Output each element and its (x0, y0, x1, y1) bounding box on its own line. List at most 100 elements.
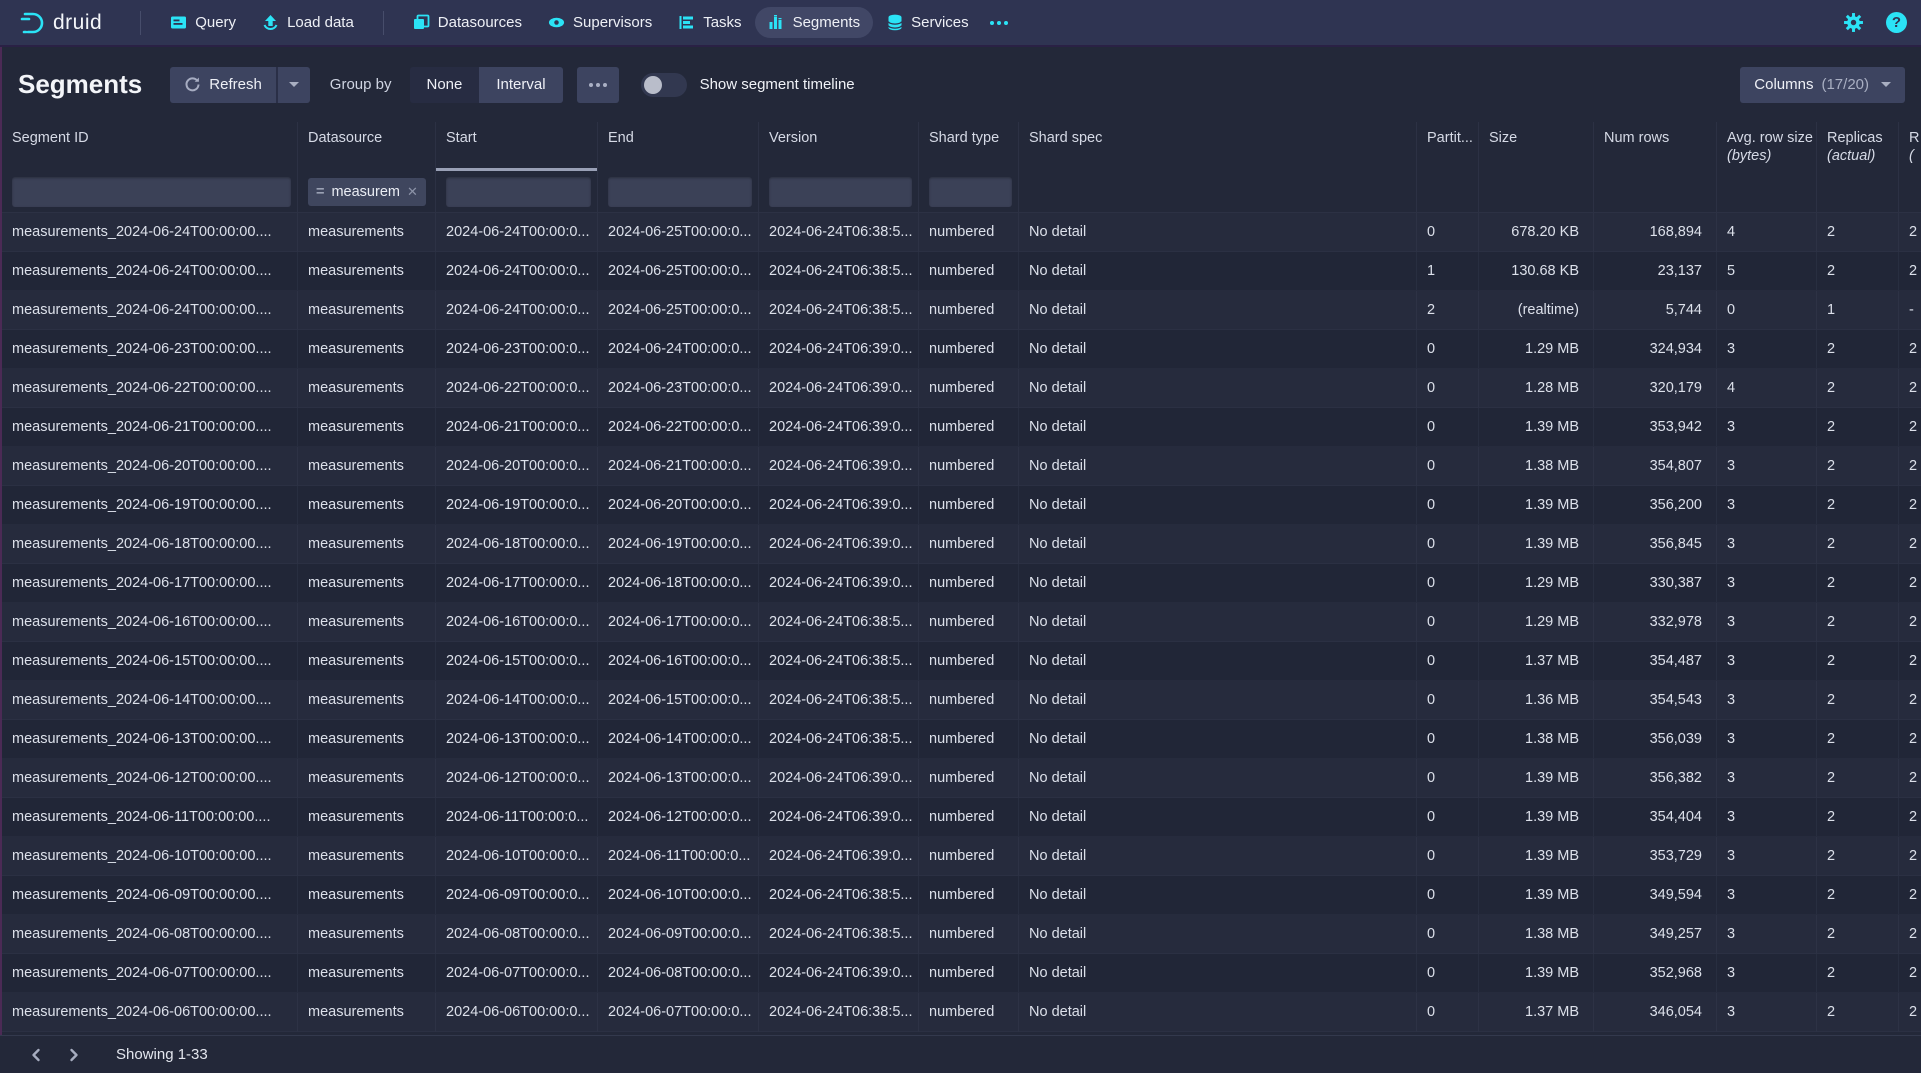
table-row[interactable]: measurements_2024-06-11T00:00:00....meas… (2, 798, 1921, 837)
nav-item-load-data[interactable]: Load data (249, 7, 367, 38)
druid-logo[interactable]: druid (18, 10, 102, 36)
cell-replication_factor_clipped: 2 (1899, 837, 1921, 876)
cell-size: 1.39 MB (1479, 798, 1594, 837)
table-row[interactable]: measurements_2024-06-06T00:00:00....meas… (2, 993, 1921, 1032)
table-row[interactable]: measurements_2024-06-14T00:00:00....meas… (2, 681, 1921, 720)
table-row[interactable]: measurements_2024-06-10T00:00:00....meas… (2, 837, 1921, 876)
refresh-dropdown-button[interactable] (278, 67, 310, 103)
datasource-filter-chip[interactable]: =measurem✕ (308, 178, 426, 206)
cell-shard_type: numbered (919, 369, 1019, 408)
nav-more-button[interactable] (982, 14, 1016, 32)
table-row[interactable]: measurements_2024-06-17T00:00:00....meas… (2, 564, 1921, 603)
cell-shard_type: numbered (919, 681, 1019, 720)
cell-shard_spec: No detail (1019, 330, 1417, 369)
cell-version: 2024-06-24T06:39:0... (759, 408, 919, 447)
cell-replicas: 2 (1817, 369, 1899, 408)
next-page-button[interactable] (60, 1041, 88, 1069)
gear-icon[interactable] (1843, 12, 1864, 33)
table-row[interactable]: measurements_2024-06-08T00:00:00....meas… (2, 915, 1921, 954)
table-row[interactable]: measurements_2024-06-22T00:00:00....meas… (2, 369, 1921, 408)
cell-replication_factor_clipped: 2 (1899, 564, 1921, 603)
column-header-replication_factor_clipped[interactable]: R( (1899, 122, 1921, 171)
previous-page-button[interactable] (22, 1041, 50, 1069)
cell-datasource: measurements (298, 369, 436, 408)
nav-item-supervisors[interactable]: Supervisors (535, 7, 665, 38)
table-row[interactable]: measurements_2024-06-13T00:00:00....meas… (2, 720, 1921, 759)
table-row[interactable]: measurements_2024-06-09T00:00:00....meas… (2, 876, 1921, 915)
cell-shard_spec: No detail (1019, 798, 1417, 837)
column-header-datasource[interactable]: Datasource (298, 122, 436, 171)
table-row[interactable]: measurements_2024-06-20T00:00:00....meas… (2, 447, 1921, 486)
cell-version: 2024-06-24T06:39:0... (759, 759, 919, 798)
cell-shard_spec: No detail (1019, 525, 1417, 564)
table-header-row: Segment IDDatasourceStartEndVersionShard… (2, 122, 1921, 171)
table-row[interactable]: measurements_2024-06-07T00:00:00....meas… (2, 954, 1921, 993)
column-header-num_rows[interactable]: Num rows (1594, 122, 1717, 171)
column-header-segment_id[interactable]: Segment ID (2, 122, 298, 171)
table-row[interactable]: measurements_2024-06-21T00:00:00....meas… (2, 408, 1921, 447)
nav-item-datasources[interactable]: Datasources (400, 7, 535, 38)
cell-datasource: measurements (298, 642, 436, 681)
cell-partition: 0 (1417, 447, 1479, 486)
cell-replication_factor_clipped: 2 (1899, 642, 1921, 681)
filter-cell-start (436, 171, 598, 212)
cell-replicas: 2 (1817, 642, 1899, 681)
table-row[interactable]: measurements_2024-06-24T00:00:00....meas… (2, 291, 1921, 330)
group-by-interval-button[interactable]: Interval (479, 67, 562, 103)
datasource-filter-value: measurem (331, 184, 400, 200)
filter-input-shard_type[interactable] (929, 177, 1012, 207)
column-header-start[interactable]: Start (436, 122, 598, 171)
filter-input-version[interactable] (769, 177, 912, 207)
table-row[interactable]: measurements_2024-06-24T00:00:00....meas… (2, 213, 1921, 252)
cell-end: 2024-06-17T00:00:0... (598, 603, 759, 642)
columns-button[interactable]: Columns (17/20) (1740, 67, 1905, 103)
table-row[interactable]: measurements_2024-06-15T00:00:00....meas… (2, 642, 1921, 681)
cell-partition: 0 (1417, 954, 1479, 993)
column-header-size[interactable]: Size (1479, 122, 1594, 171)
table-row[interactable]: measurements_2024-06-18T00:00:00....meas… (2, 525, 1921, 564)
cell-segment_id: measurements_2024-06-13T00:00:00.... (2, 720, 298, 759)
filter-input-segment_id[interactable] (12, 177, 291, 207)
cell-datasource: measurements (298, 837, 436, 876)
table-row[interactable]: measurements_2024-06-23T00:00:00....meas… (2, 330, 1921, 369)
filter-input-end[interactable] (608, 177, 752, 207)
group-by-none-button[interactable]: None (410, 67, 480, 103)
cell-size: 1.29 MB (1479, 603, 1594, 642)
help-icon[interactable]: ? (1886, 12, 1907, 33)
table-row[interactable]: measurements_2024-06-16T00:00:00....meas… (2, 603, 1921, 642)
nav-item-query[interactable]: Query (157, 7, 249, 38)
cell-size: (realtime) (1479, 291, 1594, 330)
nav-item-segments[interactable]: Segments (755, 7, 874, 38)
column-header-shard_spec[interactable]: Shard spec (1019, 122, 1417, 171)
column-header-end[interactable]: End (598, 122, 759, 171)
close-icon[interactable]: ✕ (407, 184, 418, 200)
nav-item-tasks[interactable]: Tasks (665, 7, 754, 38)
nav-item-services[interactable]: Services (873, 7, 982, 38)
column-header-shard_type[interactable]: Shard type (919, 122, 1019, 171)
cell-partition: 0 (1417, 213, 1479, 252)
cell-avg_row_size: 3 (1717, 681, 1817, 720)
filter-input-start[interactable] (446, 177, 591, 207)
more-actions-button[interactable] (577, 67, 619, 103)
brand-name: druid (53, 11, 102, 35)
refresh-button[interactable]: Refresh (170, 67, 278, 103)
chevron-down-icon (289, 82, 299, 87)
column-header-version[interactable]: Version (759, 122, 919, 171)
table-row[interactable]: measurements_2024-06-12T00:00:00....meas… (2, 759, 1921, 798)
cell-end: 2024-06-24T00:00:0... (598, 330, 759, 369)
table-row[interactable]: measurements_2024-06-19T00:00:00....meas… (2, 486, 1921, 525)
cell-version: 2024-06-24T06:38:5... (759, 915, 919, 954)
cell-avg_row_size: 3 (1717, 447, 1817, 486)
column-header-avg_row_size[interactable]: Avg. row size(bytes) (1717, 122, 1817, 171)
cell-shard_spec: No detail (1019, 837, 1417, 876)
cell-replication_factor_clipped: 2 (1899, 759, 1921, 798)
cell-start: 2024-06-21T00:00:0... (436, 408, 598, 447)
cell-shard_spec: No detail (1019, 642, 1417, 681)
nav-item-label: Services (911, 14, 969, 31)
column-header-replicas[interactable]: Replicas(actual) (1817, 122, 1899, 171)
column-header-partition[interactable]: Partit... (1417, 122, 1479, 171)
table-row[interactable]: measurements_2024-06-24T00:00:00....meas… (2, 252, 1921, 291)
segment-timeline-toggle[interactable] (641, 73, 687, 97)
cell-partition: 0 (1417, 486, 1479, 525)
cell-segment_id: measurements_2024-06-20T00:00:00.... (2, 447, 298, 486)
